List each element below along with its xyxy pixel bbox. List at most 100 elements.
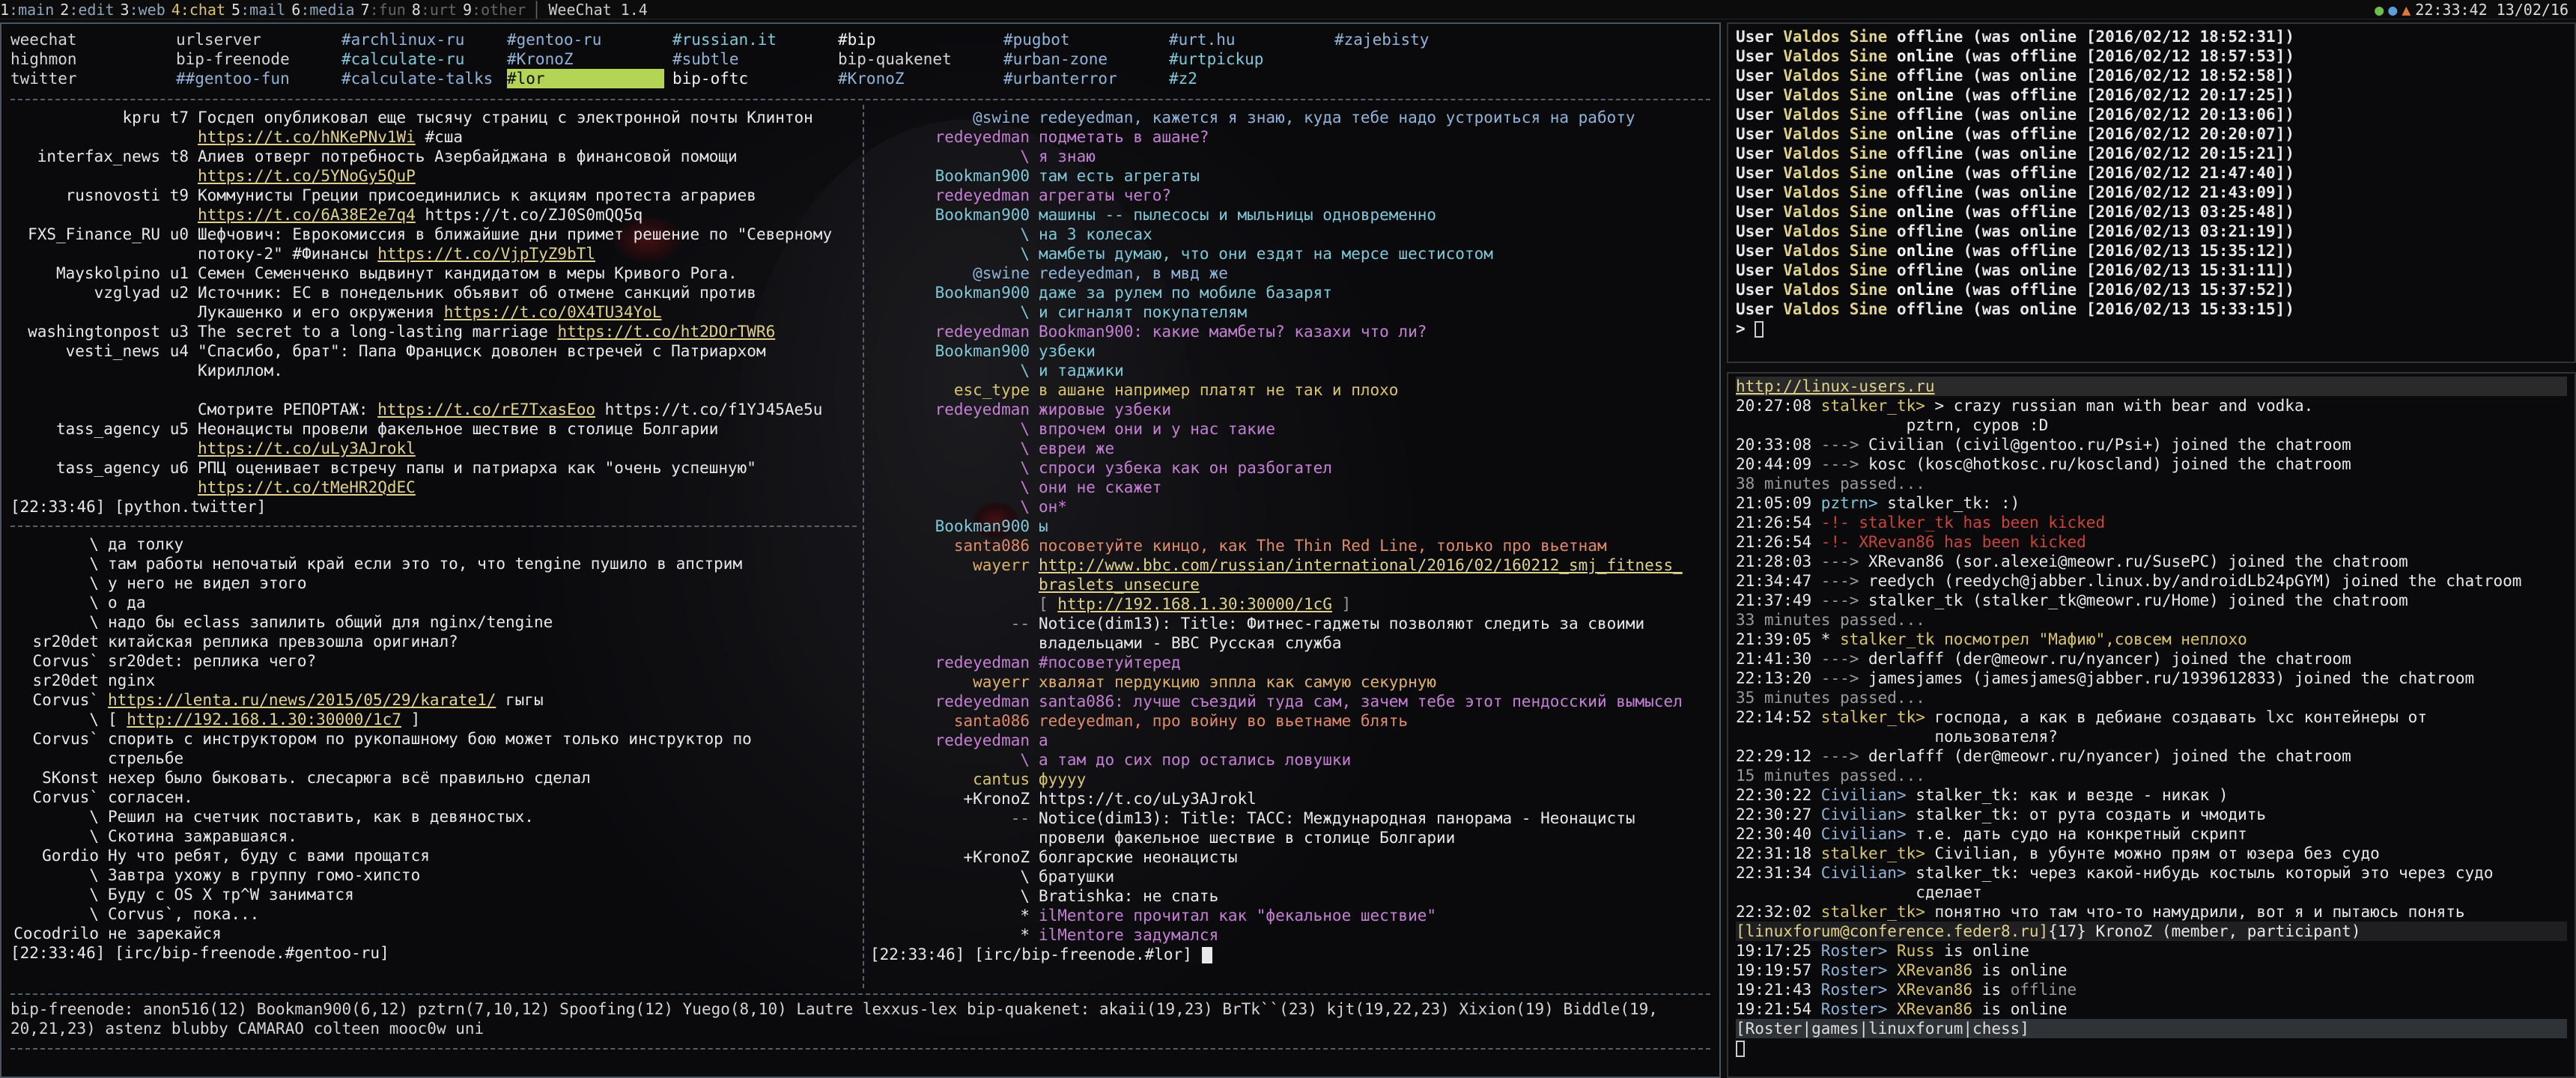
nick[interactable]: FXS_Finance_RU u0 bbox=[10, 225, 198, 244]
buffer-item[interactable]: #subtle bbox=[672, 49, 833, 69]
nick[interactable]: rusnovosti t9 bbox=[10, 186, 198, 205]
nick[interactable]: tass_agency u6 bbox=[10, 458, 198, 478]
jabber-sender[interactable]: ---> bbox=[1821, 572, 1859, 590]
nick[interactable]: wayerr bbox=[870, 672, 1039, 692]
jabber-sender[interactable]: ---> bbox=[1821, 436, 1859, 454]
jabber-sender[interactable]: stalker_tk> bbox=[1821, 397, 1925, 415]
nick[interactable]: \ bbox=[10, 904, 108, 924]
nick[interactable]: \ bbox=[870, 750, 1039, 770]
message-link[interactable]: https://t.co/6A38E2e7q4 bbox=[198, 206, 416, 224]
buffer-item[interactable]: #calculate-ru bbox=[341, 49, 502, 69]
jabber-sender[interactable]: ---> bbox=[1821, 650, 1859, 668]
buffer-item[interactable] bbox=[1334, 69, 1495, 88]
jabber-sender[interactable]: Civilian> bbox=[1821, 825, 1907, 843]
buffer-item[interactable]: #urtpickup bbox=[1169, 49, 1330, 69]
presence-input[interactable]: > bbox=[1736, 319, 2567, 338]
input-cursor[interactable] bbox=[1736, 1041, 1745, 1057]
nick[interactable]: \ bbox=[870, 497, 1039, 517]
buffer-item[interactable]: ##gentoo-fun bbox=[176, 69, 337, 88]
message-link[interactable]: https://t.co/5YNoGy5QuP bbox=[198, 167, 416, 185]
nick[interactable]: \ bbox=[10, 554, 108, 573]
jabber-sender[interactable]: stalker_tk> bbox=[1821, 903, 1925, 921]
buffer-item[interactable]: #zajebisty bbox=[1334, 30, 1495, 49]
buffer-item[interactable]: #KronoZ bbox=[838, 69, 999, 88]
nick[interactable]: redeyedman bbox=[870, 127, 1039, 147]
input-cursor[interactable] bbox=[1755, 321, 1764, 338]
nick[interactable]: \ bbox=[10, 593, 108, 612]
message-link[interactable]: https://t.co/rE7TxasEoo bbox=[377, 401, 595, 418]
nick[interactable]: \ bbox=[870, 867, 1039, 886]
jabber-sender[interactable]: * bbox=[1821, 630, 1831, 648]
jabber-sender[interactable]: ---> bbox=[1821, 747, 1859, 765]
nick[interactable]: \ bbox=[870, 147, 1039, 166]
jabber-input[interactable] bbox=[1736, 1038, 2567, 1058]
roster-name[interactable]: XRevan86 bbox=[1897, 1000, 1972, 1018]
nick[interactable]: interfax_news t8 bbox=[10, 147, 198, 166]
buffer-item[interactable]: twitter bbox=[10, 69, 171, 88]
roster-tabs[interactable]: [Roster|games|linuxforum|chess] bbox=[1736, 1019, 2567, 1038]
nick[interactable]: Mayskolpino u1 bbox=[10, 264, 198, 283]
nick[interactable]: sr20det bbox=[10, 632, 108, 651]
message-link[interactable]: https://t.co/hNKePNv1Wi bbox=[198, 128, 416, 146]
buffer-item[interactable]: bip-quakenet bbox=[838, 49, 999, 69]
workspace-item[interactable]: 3:web bbox=[121, 1, 165, 19]
buffer-item[interactable]: highmon bbox=[10, 49, 171, 69]
nick[interactable]: \ bbox=[870, 886, 1039, 906]
nick[interactable]: -- bbox=[870, 808, 1039, 828]
nick[interactable]: Bookman900 bbox=[870, 205, 1039, 225]
tray-leaf-icon[interactable]: ● bbox=[2375, 1, 2384, 19]
buffer-item[interactable]: bip-freenode bbox=[176, 49, 337, 69]
nick[interactable]: \ bbox=[10, 573, 108, 593]
nick[interactable]: Gordio bbox=[10, 846, 108, 865]
nick[interactable]: \ bbox=[10, 710, 108, 729]
nick[interactable]: vzglyad u2 bbox=[10, 283, 198, 302]
nick[interactable]: Bookman900 bbox=[870, 341, 1039, 361]
buffer-item[interactable]: weechat bbox=[10, 30, 171, 49]
workspace-item[interactable]: 9:other bbox=[463, 1, 526, 19]
workspace-item[interactable]: 6:media bbox=[291, 1, 354, 19]
jabber-sender[interactable]: -!- bbox=[1821, 533, 1850, 551]
nick[interactable]: \ bbox=[870, 458, 1039, 478]
nick[interactable]: \ bbox=[10, 535, 108, 554]
nick[interactable]: kpru t7 bbox=[10, 108, 198, 127]
message-link[interactable]: http://192.168.1.30:30000/1cG bbox=[1057, 595, 1332, 613]
jabber-sender[interactable]: ---> bbox=[1821, 591, 1859, 609]
nick[interactable]: Cocodrilo bbox=[10, 924, 108, 943]
tray-rocket-icon[interactable]: ▲ bbox=[2402, 1, 2411, 19]
nick[interactable]: \ bbox=[10, 807, 108, 826]
nick[interactable]: \ bbox=[870, 439, 1039, 458]
nick[interactable]: * bbox=[870, 925, 1039, 945]
nick[interactable]: @swine bbox=[870, 108, 1039, 127]
message-link[interactable]: https://lenta.ru/news/2015/05/29/karate1… bbox=[108, 691, 496, 709]
workspace-item[interactable]: 5:mail bbox=[231, 1, 285, 19]
nick[interactable]: \ bbox=[10, 885, 108, 904]
nick[interactable]: cantus bbox=[870, 770, 1039, 789]
buffer-item[interactable]: #pugbot bbox=[1003, 30, 1164, 49]
workspace-item[interactable]: 4:chat bbox=[171, 1, 225, 19]
nick[interactable]: tass_agency u5 bbox=[10, 419, 198, 439]
buffer-item[interactable]: #calculate-talks bbox=[341, 69, 502, 88]
message-link[interactable]: https://t.co/uLy3AJrokl bbox=[198, 439, 416, 457]
roster-name[interactable]: XRevan86 bbox=[1897, 961, 1972, 979]
nick[interactable]: redeyedman bbox=[870, 186, 1039, 205]
nick[interactable]: vesti_news u4 bbox=[10, 341, 198, 361]
jabber-sender[interactable]: ---> bbox=[1821, 552, 1859, 570]
jabber-sender[interactable]: stalker_tk> bbox=[1821, 708, 1925, 726]
nick[interactable]: redeyedman bbox=[870, 322, 1039, 341]
jabber-sender[interactable]: Civilian> bbox=[1821, 864, 1907, 882]
nick[interactable]: \ bbox=[870, 361, 1039, 380]
nick[interactable]: redeyedman bbox=[870, 653, 1039, 672]
nick[interactable]: \ bbox=[10, 826, 108, 846]
buffer-item[interactable]: urlserver bbox=[176, 30, 337, 49]
message-link[interactable]: https://t.co/VjpTyZ9bTl bbox=[377, 245, 595, 263]
roster-name[interactable]: XRevan86 bbox=[1897, 981, 1972, 999]
buffer-item[interactable]: #lor bbox=[507, 69, 664, 88]
buffer-item[interactable]: bip-oftc bbox=[672, 69, 833, 88]
buffer-item[interactable]: #archlinux-ru bbox=[341, 30, 502, 49]
nick[interactable]: @swine bbox=[870, 264, 1039, 283]
nick[interactable]: Corvus` bbox=[10, 690, 108, 710]
nick[interactable]: washingtonpost u3 bbox=[10, 322, 198, 341]
workspace-item[interactable]: 1:main bbox=[0, 1, 54, 19]
workspace-item[interactable]: 8:urt bbox=[412, 1, 457, 19]
nick[interactable]: Corvus` bbox=[10, 788, 108, 807]
